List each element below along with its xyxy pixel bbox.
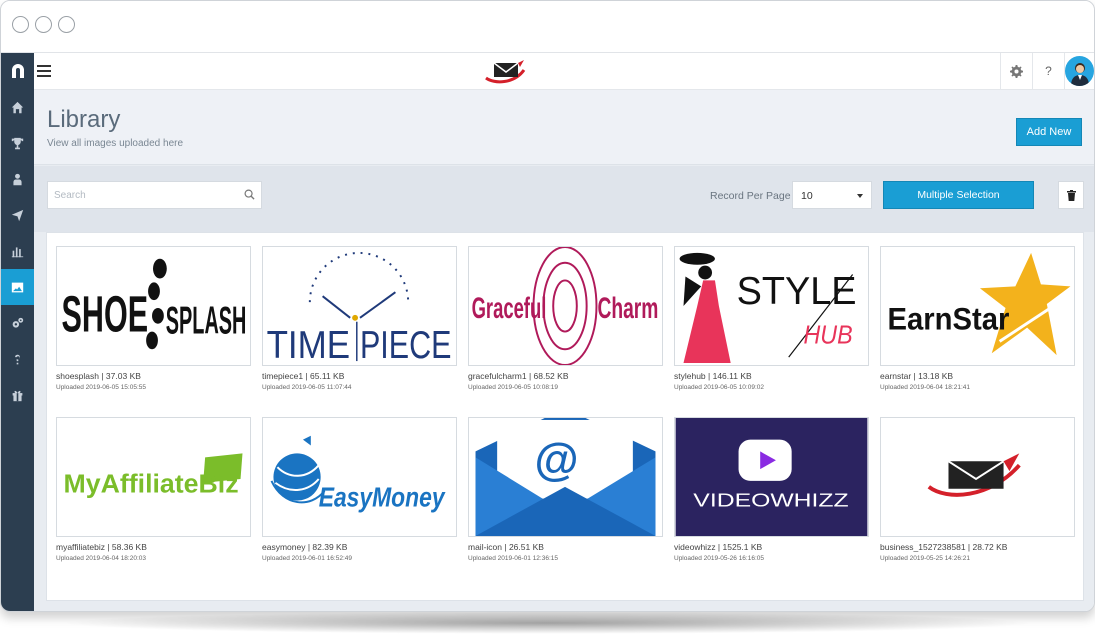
image-name: earnstar | 13.18 KB (880, 371, 954, 381)
logo-text: Graceful (472, 292, 547, 325)
top-bar: ? (34, 53, 1094, 90)
delete-button[interactable] (1058, 181, 1084, 209)
image-thumbnail[interactable]: EarnStar (880, 246, 1075, 366)
logo-text: VIDEOWHIZZ (693, 490, 848, 511)
upload-date: Uploaded 2019-06-05 10:08:19 (468, 384, 558, 391)
avatar (1065, 56, 1094, 86)
library-toolbar: Record Per Page 10 Multiple Selection (34, 166, 1094, 232)
logo-text: Charm (597, 292, 658, 325)
logo-text: PIECE (360, 323, 451, 365)
logo-text: TIME (267, 323, 351, 365)
image-card[interactable]: @ mail-icon | 26.51 KB Uploaded 2019-06-… (468, 417, 663, 562)
image-name: videowhizz | 1525.1 KB (674, 542, 763, 552)
upload-date: Uploaded 2019-05-25 14:26:21 (880, 555, 970, 562)
image-grid-panel: SHOE SPLASH shoesplash | 37.03 KB Upload… (46, 232, 1084, 601)
bar-chart-icon[interactable] (1, 233, 34, 269)
logo-text: MyAffiliateBiz (64, 471, 239, 499)
logo-text: SPLASH (166, 299, 247, 343)
page-title: Library (47, 106, 121, 133)
help-icon[interactable] (1, 341, 34, 377)
record-per-page-select[interactable]: 10 (792, 181, 872, 209)
record-per-page-label: Record Per Page (710, 190, 791, 202)
app-logo-icon[interactable] (1, 53, 34, 89)
image-thumbnail[interactable]: TIME PIECE (262, 246, 457, 366)
search-icon[interactable] (244, 189, 255, 200)
trophy-icon[interactable] (1, 125, 34, 161)
gift-icon[interactable] (1, 377, 34, 413)
image-thumbnail[interactable]: EasyMoney (262, 417, 457, 537)
image-name: mail-icon | 26.51 KB (468, 542, 544, 552)
page-subtitle: View all images uploaded here (47, 138, 184, 149)
user-avatar-button[interactable] (1064, 53, 1094, 89)
image-name: business_1527238581 | 28.72 KB (880, 542, 1008, 552)
image-card[interactable]: SHOE SPLASH shoesplash | 37.03 KB Upload… (56, 246, 251, 391)
image-card[interactable]: EasyMoney easymoney | 82.39 KB Uploaded … (262, 417, 457, 562)
image-name: myaffiliatebiz | 58.36 KB (56, 542, 147, 552)
upload-date: Uploaded 2019-06-01 16:52:49 (262, 555, 352, 562)
logo-text: HUB (803, 321, 852, 349)
image-card[interactable]: MyAffiliateBiz myaffiliatebiz | 58.36 KB… (56, 417, 251, 562)
window-shadow (60, 612, 1035, 634)
cogs-icon[interactable] (1, 305, 34, 341)
image-thumbnail[interactable] (880, 417, 1075, 537)
hamburger-menu-icon[interactable] (37, 65, 51, 77)
image-thumbnail[interactable]: MyAffiliateBiz (56, 417, 251, 537)
main-content: Library View all images uploaded here Ad… (34, 90, 1094, 611)
image-name: gracefulcharm1 | 68.52 KB (468, 371, 569, 381)
image-card[interactable]: TIME PIECE timepiece1 | 65.11 KB Uploade… (262, 246, 457, 391)
home-icon[interactable] (1, 89, 34, 125)
search-input[interactable] (48, 182, 233, 208)
upload-date: Uploaded 2019-05-26 16:16:05 (674, 555, 764, 562)
upload-date: Uploaded 2019-06-04 18:20:03 (56, 555, 146, 562)
image-name: timepiece1 | 65.11 KB (262, 371, 345, 381)
image-thumbnail[interactable]: @ (468, 417, 663, 537)
upload-date: Uploaded 2019-06-05 15:05:55 (56, 384, 146, 391)
settings-gear-icon[interactable] (1000, 53, 1032, 89)
record-per-page-value: 10 (801, 190, 813, 202)
upload-date: Uploaded 2019-06-01 12:36:15 (468, 555, 558, 562)
window-close-dot[interactable] (12, 16, 29, 33)
image-thumbnail[interactable]: SHOE SPLASH (56, 246, 251, 366)
logo-text: STYLE (737, 269, 857, 313)
window-minimize-dot[interactable] (35, 16, 52, 33)
image-thumbnail[interactable]: Graceful Charm (468, 246, 663, 366)
upload-date: Uploaded 2019-06-04 18:21:41 (880, 384, 970, 391)
logo-text: EarnStar (888, 302, 1010, 337)
multiple-selection-button[interactable]: Multiple Selection (883, 181, 1034, 209)
search-box (47, 181, 262, 209)
upload-date: Uploaded 2019-06-05 10:09:02 (674, 384, 764, 391)
window-maximize-dot[interactable] (58, 16, 75, 33)
logo-text: @ (535, 434, 579, 485)
page-header: Library View all images uploaded here Ad… (34, 90, 1094, 165)
logo-text: EasyMoney (319, 482, 446, 513)
browser-window: ? Library View all images uploaded here … (0, 0, 1095, 612)
logo-text: SHOE (62, 286, 149, 343)
image-name: stylehub | 146.11 KB (674, 371, 752, 381)
image-icon[interactable] (1, 269, 34, 305)
image-card[interactable]: VIDEOWHIZZ videowhizz | 1525.1 KB Upload… (674, 417, 869, 562)
user-icon[interactable] (1, 161, 34, 197)
help-button[interactable]: ? (1032, 53, 1064, 89)
sidebar (1, 53, 34, 611)
image-thumbnail[interactable]: VIDEOWHIZZ (674, 417, 869, 537)
window-chrome (1, 1, 1094, 53)
image-name: shoesplash | 37.03 KB (56, 371, 141, 381)
caret-down-icon (857, 194, 863, 198)
upload-date: Uploaded 2019-06-05 11:07:44 (262, 384, 352, 391)
image-card[interactable]: EarnStar earnstar | 13.18 KB Uploaded 20… (880, 246, 1075, 391)
trash-icon (1066, 189, 1076, 201)
image-name: easymoney | 82.39 KB (262, 542, 348, 552)
image-thumbnail[interactable]: STYLE HUB (674, 246, 869, 366)
image-card[interactable]: business_1527238581 | 28.72 KB Uploaded … (880, 417, 1075, 562)
image-card[interactable]: STYLE HUB stylehub | 146.11 KB Uploaded … (674, 246, 869, 391)
add-new-button[interactable]: Add New (1016, 118, 1082, 146)
brand-logo[interactable] (484, 58, 526, 89)
send-icon[interactable] (1, 197, 34, 233)
image-card[interactable]: Graceful Charm gracefulcharm1 | 68.52 KB… (468, 246, 663, 391)
